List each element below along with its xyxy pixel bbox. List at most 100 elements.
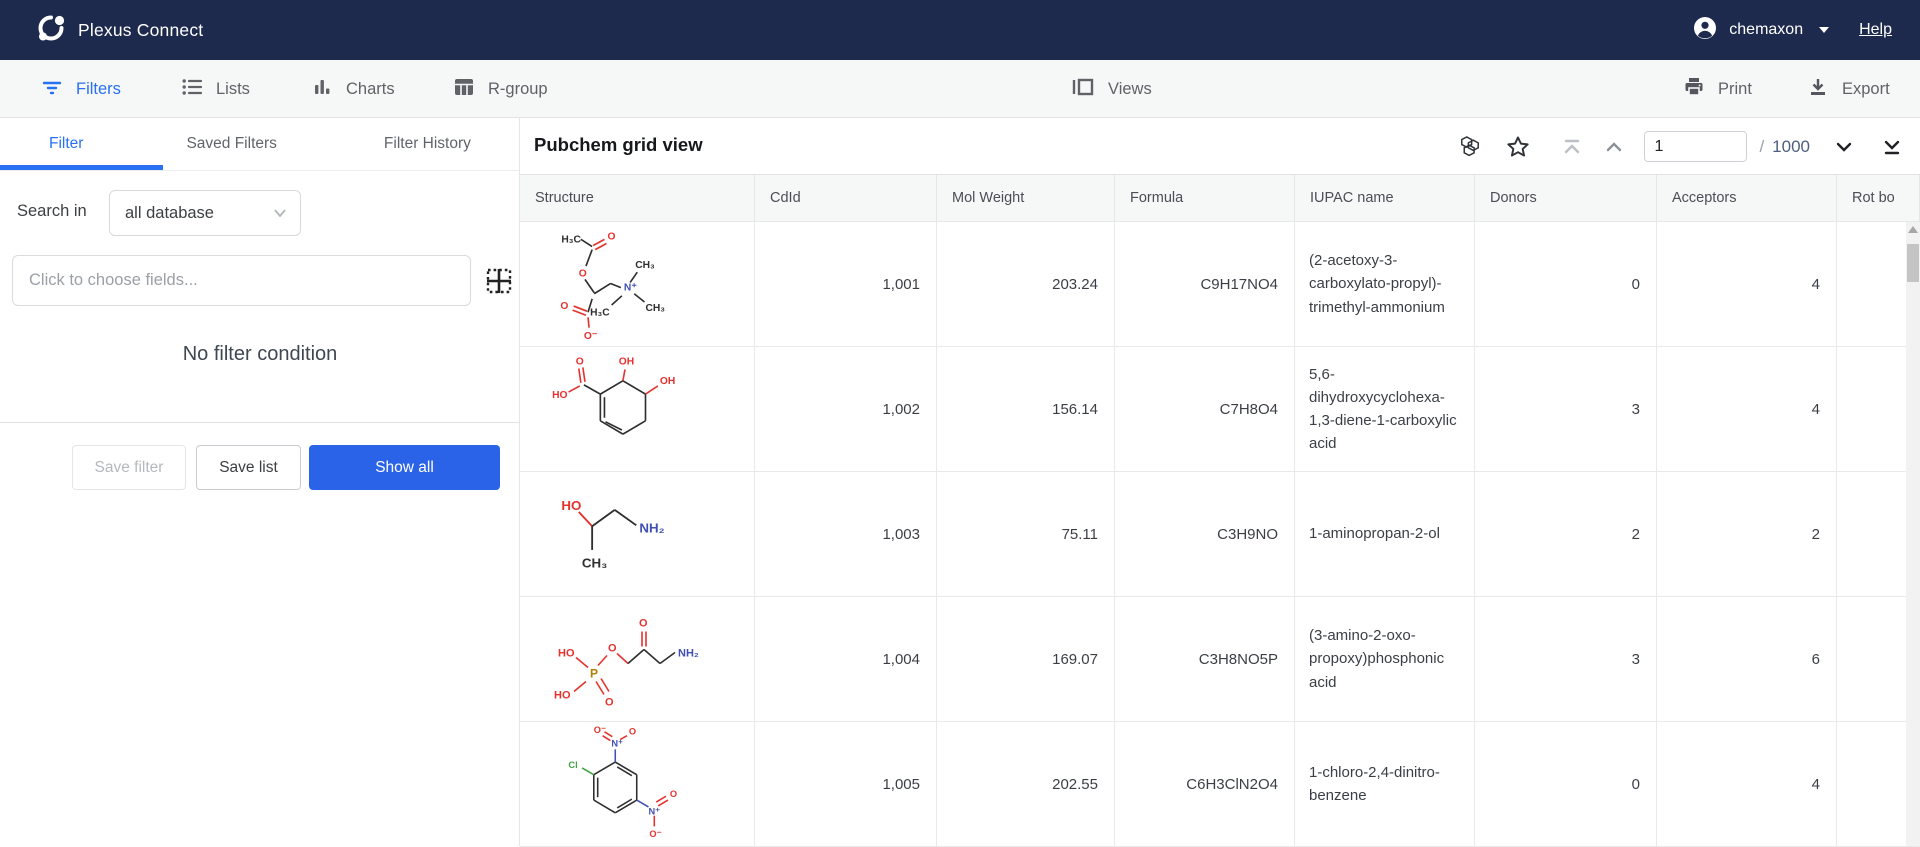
tab-filter-history[interactable]: Filter History <box>384 135 471 153</box>
svg-text:NH₂: NH₂ <box>639 520 664 535</box>
svg-text:HO: HO <box>558 648 575 660</box>
svg-text:O: O <box>608 231 616 242</box>
database-select[interactable]: all database <box>109 190 301 236</box>
svg-text:OH: OH <box>619 356 634 367</box>
save-list-button[interactable]: Save list <box>196 445 301 490</box>
brand: Plexus Connect <box>36 13 203 48</box>
cell-cdid: 1,001 <box>755 222 937 346</box>
filter-sidebar: Filter Saved Filters Filter History Sear… <box>0 118 520 846</box>
svg-text:O⁻: O⁻ <box>649 829 661 839</box>
svg-text:HO: HO <box>561 498 581 513</box>
cell-cdid: 1,003 <box>755 472 937 596</box>
cell-donors: 0 <box>1475 222 1657 346</box>
user-avatar-icon <box>1693 16 1717 45</box>
svg-text:HO: HO <box>552 390 567 401</box>
col-header-donors[interactable]: Donors <box>1475 175 1657 221</box>
toolbar-lists[interactable]: Lists <box>180 60 250 118</box>
cell-iupac: 1-aminopropan-2-ol <box>1295 472 1475 596</box>
structure-drawing[interactable]: P HO HO O O O NH₂ <box>520 597 755 721</box>
col-header-molweight[interactable]: Mol Weight <box>937 175 1115 221</box>
cell-donors: 0 <box>1475 722 1657 846</box>
svg-text:N⁺: N⁺ <box>624 283 637 294</box>
grid-view: Pubchem grid view <box>520 118 1920 846</box>
svg-text:CH₃: CH₃ <box>645 303 665 314</box>
structure-field-icon[interactable] <box>484 266 514 296</box>
cell-acceptors: 4 <box>1657 722 1837 846</box>
favorite-star-icon[interactable] <box>1504 133 1532 161</box>
structure-drawing[interactable]: H₃C O O N⁺ CH₃ CH₃ H₃C O O⁻ <box>520 222 755 346</box>
structure-drawing[interactable]: O HO OH OH <box>520 347 755 471</box>
cell-donors: 2 <box>1475 472 1657 596</box>
toolbar-views-label: Views <box>1108 80 1152 99</box>
download-icon <box>1806 75 1830 104</box>
cell-iupac: (3-amino-2-oxo-propoxy)phosphonic acid <box>1295 597 1475 721</box>
svg-text:O: O <box>608 643 617 655</box>
first-page-icon[interactable] <box>1558 133 1586 161</box>
cell-formula: C6H3ClN2O4 <box>1115 722 1295 846</box>
col-header-iupac[interactable]: IUPAC name <box>1295 175 1475 221</box>
col-header-formula[interactable]: Formula <box>1115 175 1295 221</box>
svg-text:O: O <box>629 727 636 737</box>
scrollbar-thumb[interactable] <box>1907 244 1919 282</box>
col-header-cdid[interactable]: CdId <box>755 175 937 221</box>
structure-drawing[interactable]: Cl N⁺ O⁻ O N⁺ O O⁻ <box>520 722 755 846</box>
cell-formula: C3H9NO <box>1115 472 1295 596</box>
bar-chart-icon <box>310 75 334 104</box>
tab-filter[interactable]: Filter <box>49 135 83 153</box>
prev-page-icon[interactable] <box>1600 133 1628 161</box>
table-row[interactable]: Cl N⁺ O⁻ O N⁺ O O⁻ 1,005 202.55 C6H3ClN2… <box>520 722 1920 847</box>
vertical-scrollbar[interactable] <box>1906 222 1920 846</box>
user-menu[interactable]: chemaxon <box>1729 21 1803 39</box>
toolbar-filters-label: Filters <box>76 80 121 99</box>
svg-text:O: O <box>639 618 648 630</box>
last-page-icon[interactable] <box>1878 133 1906 161</box>
toolbar-filters[interactable]: Filters <box>40 60 121 118</box>
results-table: Structure CdId Mol Weight Formula IUPAC … <box>520 175 1920 846</box>
cell-iupac: 5,6-dihydroxycyclohexa-1,3-diene-1-carbo… <box>1295 347 1475 471</box>
table-row[interactable]: O HO OH OH 1,002 156.14 C7H8O4 5,6-dihyd… <box>520 347 1920 472</box>
user-menu-caret-icon[interactable] <box>1819 27 1829 33</box>
svg-text:CH₃: CH₃ <box>635 260 655 271</box>
toolbar-views[interactable]: Views <box>1070 60 1152 118</box>
toolbar-charts[interactable]: Charts <box>310 60 395 118</box>
svg-text:O⁻: O⁻ <box>594 725 606 735</box>
toolbar-print[interactable]: Print <box>1682 60 1752 118</box>
svg-text:N⁺: N⁺ <box>611 738 623 748</box>
scroll-up-arrow-icon[interactable] <box>1908 226 1918 233</box>
next-page-icon[interactable] <box>1830 133 1858 161</box>
structures-view-icon[interactable] <box>1456 133 1484 161</box>
cell-molweight: 75.11 <box>937 472 1115 596</box>
svg-text:OH: OH <box>660 376 675 387</box>
active-tab-indicator <box>0 165 163 170</box>
toolbar-rgroup[interactable]: R-group <box>452 60 548 118</box>
filter-icon <box>40 75 64 104</box>
table-row[interactable]: HO NH₂ CH₃ 1,003 75.11 C3H9NO 1-aminopro… <box>520 472 1920 597</box>
cell-acceptors: 2 <box>1657 472 1837 596</box>
toolbar-export[interactable]: Export <box>1806 60 1890 118</box>
sidebar-divider <box>0 422 520 423</box>
table-row[interactable]: P HO HO O O O NH₂ 1,004 169.07 C3H8NO5P … <box>520 597 1920 722</box>
page-number-input[interactable] <box>1644 131 1747 162</box>
grid-view-title: Pubchem grid view <box>534 134 703 156</box>
list-icon <box>180 75 204 104</box>
show-all-button[interactable]: Show all <box>309 445 500 490</box>
col-header-rotbonds[interactable]: Rot bo <box>1837 175 1920 221</box>
cell-molweight: 202.55 <box>937 722 1115 846</box>
help-link[interactable]: Help <box>1859 21 1892 39</box>
col-header-acceptors[interactable]: Acceptors <box>1657 175 1837 221</box>
svg-text:O: O <box>605 697 614 709</box>
tab-saved-filters[interactable]: Saved Filters <box>186 135 276 153</box>
svg-text:HO: HO <box>554 690 571 702</box>
toolbar-rgroup-label: R-group <box>488 80 548 99</box>
col-header-structure[interactable]: Structure <box>520 175 755 221</box>
no-filter-message: No filter condition <box>0 343 520 366</box>
table-row[interactable]: H₃C O O N⁺ CH₃ CH₃ H₃C O O⁻ 1,001 203.24… <box>520 222 1920 347</box>
structure-drawing[interactable]: HO NH₂ CH₃ <box>520 472 755 596</box>
choose-fields-input[interactable] <box>12 255 471 306</box>
cell-molweight: 203.24 <box>937 222 1115 346</box>
plexus-logo-icon <box>36 13 66 48</box>
svg-text:H₃C: H₃C <box>561 234 581 245</box>
cell-cdid: 1,004 <box>755 597 937 721</box>
save-filter-button[interactable]: Save filter <box>72 445 186 490</box>
cell-molweight: 156.14 <box>937 347 1115 471</box>
